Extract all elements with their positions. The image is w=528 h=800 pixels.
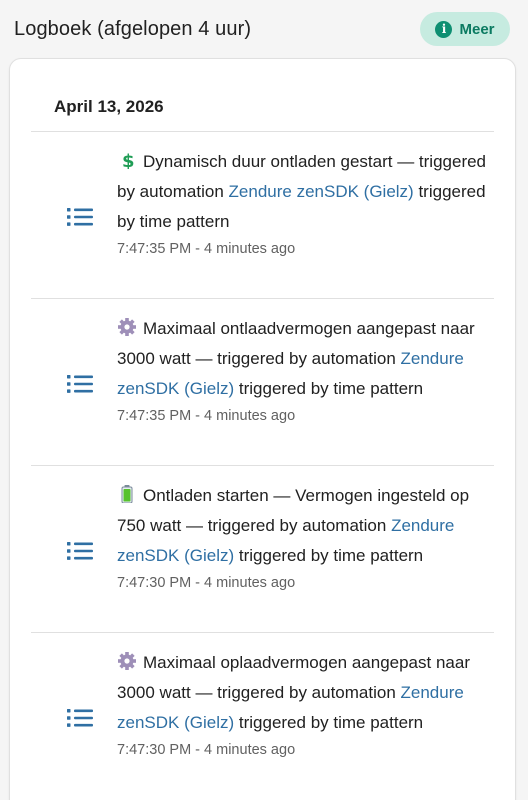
- entry-time: 7:47:30 PM - 4 minutes ago: [117, 575, 296, 591]
- gear-icon: [118, 652, 136, 670]
- list-icon[interactable]: [67, 207, 93, 227]
- entry-text: Maximaal ontlaadvermogen aangepast naar …: [117, 314, 487, 426]
- logbook-entry: Maximaal ontlaadvermogen aangepast naar …: [31, 298, 494, 465]
- entry-suffix: triggered by time pattern: [238, 713, 424, 732]
- info-icon: i: [435, 20, 453, 38]
- logbook-entry: Maximaal oplaadvermogen aangepast naar 3…: [31, 632, 494, 799]
- battery-icon: [121, 485, 133, 503]
- more-button[interactable]: i Meer: [420, 12, 510, 46]
- entry-time: 7:47:35 PM - 4 minutes ago: [117, 408, 296, 424]
- list-icon[interactable]: [67, 541, 93, 561]
- entry-suffix: triggered by time pattern: [238, 546, 424, 565]
- card-header: Logboek (afgelopen 4 uur) i Meer: [0, 0, 528, 60]
- entry-text: $ Dynamisch duur ontladen gestart — trig…: [117, 147, 487, 259]
- date-heading: April 13, 2026: [54, 97, 164, 116]
- svg-text:$: $: [122, 151, 135, 169]
- entity-link[interactable]: Zendure zenSDK (Gielz): [229, 182, 414, 201]
- entry-text: Maximaal oplaadvermogen aangepast naar 3…: [117, 648, 487, 760]
- dollar-sign-icon: $: [122, 151, 135, 169]
- entry-suffix: triggered by time pattern: [238, 379, 424, 398]
- logbook-entry: $ Dynamisch duur ontladen gestart — trig…: [31, 131, 494, 298]
- more-button-label: Meer: [459, 20, 495, 38]
- entry-time: 7:47:30 PM - 4 minutes ago: [117, 742, 296, 758]
- list-icon[interactable]: [67, 374, 93, 394]
- entry-text: Ontladen starten — Vermogen ingesteld op…: [117, 481, 487, 593]
- list-icon[interactable]: [67, 708, 93, 728]
- gear-icon: [118, 318, 136, 336]
- logbook-card: April 13, 2026 $ Dynamisch duur ontladen…: [9, 58, 516, 800]
- entry-time: 7:47:35 PM - 4 minutes ago: [117, 241, 296, 257]
- logbook-entries: $ Dynamisch duur ontladen gestart — trig…: [31, 131, 494, 799]
- page-title: Logboek (afgelopen 4 uur): [14, 18, 252, 40]
- logbook-entry: Ontladen starten — Vermogen ingesteld op…: [31, 465, 494, 632]
